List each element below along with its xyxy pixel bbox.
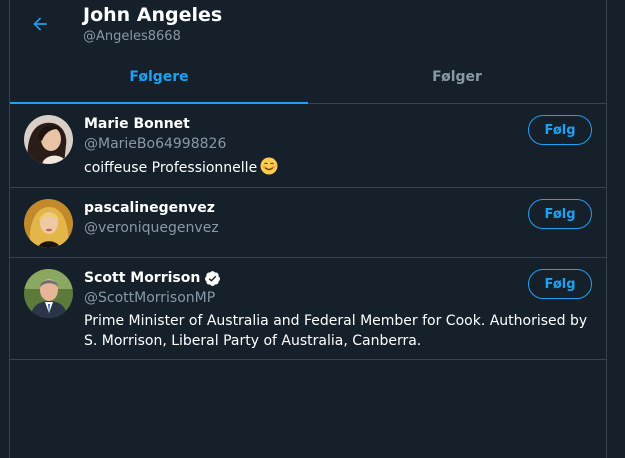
main-column: John Angeles @Angeles8668 Følgere Følger… (9, 0, 607, 458)
avatar[interactable] (24, 199, 73, 248)
profile-name: John Angeles (83, 4, 223, 26)
user-handle: @veroniquegenvez (84, 220, 219, 236)
user-row-scott-morrison[interactable]: Scott Morrison @ScottMorrisonMP Prime Mi… (10, 258, 606, 360)
tab-followers[interactable]: Følgere (10, 58, 308, 104)
user-handle: @ScottMorrisonMP (84, 290, 216, 306)
user-list: Marie Bonnet @MarieBo64998826 coiffeuse … (10, 104, 606, 360)
user-row-marie-bonnet[interactable]: Marie Bonnet @MarieBo64998826 coiffeuse … (10, 104, 606, 188)
user-bio: coiffeuse Professionnelle (84, 157, 592, 181)
user-row-pascalinegenvez[interactable]: pascalinegenvez @veroniquegenvez Følg (10, 188, 606, 258)
tab-bar: Følgere Følger (10, 58, 606, 104)
follow-button[interactable]: Følg (528, 269, 592, 299)
back-button[interactable] (26, 10, 54, 38)
arrow-left-icon (33, 17, 47, 31)
follow-button[interactable]: Følg (528, 199, 592, 229)
avatar[interactable] (24, 269, 73, 318)
verified-badge-icon (204, 270, 221, 287)
user-name[interactable]: pascalinegenvez (84, 198, 215, 218)
user-handle: @MarieBo64998826 (84, 136, 227, 152)
avatar[interactable] (24, 115, 73, 164)
user-name[interactable]: Marie Bonnet (84, 114, 190, 134)
follow-button[interactable]: Følg (528, 115, 592, 145)
bio-text: coiffeuse Professionnelle (84, 160, 258, 176)
user-name[interactable]: Scott Morrison (84, 268, 200, 288)
smiling-face-emoji-icon (260, 157, 278, 181)
tab-following[interactable]: Følger (308, 58, 606, 103)
profile-handle: @Angeles8668 (83, 29, 181, 44)
profile-header: John Angeles @Angeles8668 (10, 0, 606, 58)
user-bio: Prime Minister of Australia and Federal … (84, 313, 588, 349)
